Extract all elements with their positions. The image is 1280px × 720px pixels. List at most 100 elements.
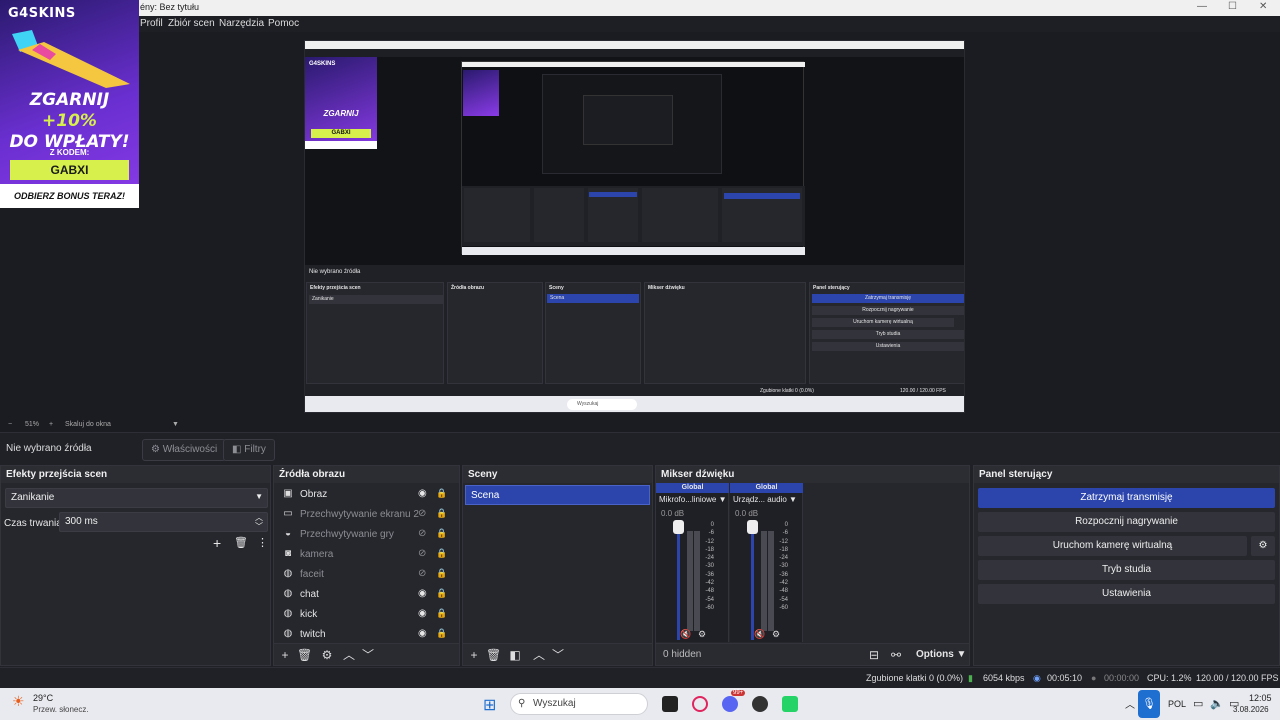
source-item[interactable]: ◍ faceit ⊘ 🔒 (278, 565, 450, 585)
taskview-icon[interactable] (662, 696, 678, 712)
eye-icon[interactable]: ◉ (418, 608, 427, 619)
studio-mode-button[interactable]: Tryb studia (978, 560, 1275, 580)
zoom-out-button[interactable]: − (8, 421, 12, 428)
duration-input[interactable]: 300 ms ︿ ﹀ (59, 512, 268, 532)
mute-icon[interactable]: 🔇 (680, 629, 691, 640)
eye-slash-icon[interactable]: ⊘ (418, 548, 426, 559)
weather-temp[interactable]: 29°C (33, 693, 53, 703)
lock-icon[interactable]: 🔒 (436, 608, 447, 619)
move-down-icon[interactable]: ﹀ (551, 648, 565, 662)
lock-icon[interactable]: 🔒 (436, 628, 447, 639)
channel-settings-icon[interactable]: ⚙ (698, 629, 706, 640)
scale-to-window[interactable]: Skaluj do okna (65, 421, 111, 428)
add-transition-icon[interactable]: + (213, 535, 221, 551)
volume-slider-thumb[interactable] (673, 520, 684, 534)
nested-srcbar: Nie wybrano źródła (305, 265, 964, 281)
delete-source-icon[interactable]: 🗑 (297, 648, 312, 662)
spin-arrows-icon[interactable]: ︿ ﹀ (255, 513, 263, 531)
preview-area[interactable]: G4SKINS ZGARNIJ GABXI Nie wybrano źródła… (0, 32, 1280, 418)
channel-name[interactable]: Mikrofo...liniowe ▼ (659, 495, 727, 504)
link-icon[interactable]: ⚯ (889, 648, 903, 662)
add-scene-icon[interactable]: + (467, 648, 481, 662)
volume-track[interactable] (677, 523, 680, 640)
source-item[interactable]: ◍ chat ◉ 🔒 (278, 585, 450, 605)
ad-banner[interactable]: G4SKINS ZGARNIJ +10% DO WPŁATY! Z KODEM:… (0, 0, 139, 208)
channel-settings-icon[interactable]: ⚙ (772, 629, 780, 640)
maximize-button[interactable]: ☐ (1228, 1, 1237, 12)
layout-icon[interactable]: ⊟ (867, 648, 881, 662)
options-button[interactable]: Options ▼ (916, 649, 966, 660)
eye-icon[interactable]: ◉ (418, 628, 427, 639)
nested-ad-promo: ZGARNIJ (323, 109, 359, 118)
eye-slash-icon[interactable]: ⊘ (418, 528, 426, 539)
windows-start-icon[interactable]: ⊞ (483, 695, 496, 715)
menu-profil[interactable]: Profil (140, 18, 163, 29)
language-indicator[interactable]: POL (1168, 699, 1186, 709)
lock-icon[interactable]: 🔒 (436, 548, 447, 559)
volume-slider-thumb[interactable] (747, 520, 758, 534)
stop-stream-button[interactable]: Zatrzymaj transmisję (978, 488, 1275, 508)
scene-filter-icon[interactable]: ◧ (508, 648, 522, 662)
eye-slash-icon[interactable]: ⊘ (418, 568, 426, 579)
zoom-in-button[interactable]: + (49, 421, 53, 428)
image-icon: ▣ (283, 488, 293, 499)
clock-date[interactable]: 3.08.2026 (1233, 705, 1269, 714)
gear-icon[interactable]: ⚙ (1251, 536, 1275, 556)
volume-track[interactable] (751, 523, 754, 640)
discord-icon[interactable] (722, 696, 738, 712)
clock-time[interactable]: 12:05 (1249, 693, 1272, 703)
lock-icon[interactable]: 🔒 (436, 508, 447, 519)
hidden-count[interactable]: 0 hidden (663, 649, 701, 660)
move-up-icon[interactable]: ︿ (532, 648, 546, 662)
channel-name[interactable]: Urządz... audio ▼ (733, 495, 801, 504)
menu-dots-icon[interactable]: ⋮ (257, 536, 268, 549)
chevron-up-icon[interactable]: ︿ (1125, 696, 1135, 711)
add-source-icon[interactable]: + (278, 648, 292, 662)
eye-slash-icon[interactable]: ⊘ (418, 508, 426, 519)
weather-desc[interactable]: Przew. słonecz. (33, 705, 89, 714)
virtual-camera-button[interactable]: Uruchom kamerę wirtualną (978, 536, 1247, 556)
transition-select[interactable]: Zanikanie ▼ (5, 488, 268, 508)
menu-help[interactable]: Pomoc (268, 18, 299, 29)
source-item[interactable]: ◒ Przechwytywanie gry ⊘ 🔒 (278, 525, 450, 545)
dock-mixer-title: Mikser dźwięku (656, 466, 969, 483)
lock-icon[interactable]: 🔒 (436, 528, 447, 539)
source-item[interactable]: ◍ twitch ◉ 🔒 (278, 625, 450, 645)
move-up-icon[interactable]: ︿ (342, 648, 356, 662)
network-icon[interactable]: ▭ (1193, 697, 1203, 710)
eye-icon[interactable]: ◉ (418, 488, 427, 499)
filters-button[interactable]: ◧ Filtry (223, 439, 275, 461)
close-button[interactable]: ✕ (1259, 1, 1267, 12)
taskbar-search[interactable]: ⚲ Wyszukaj (510, 693, 648, 715)
lock-icon[interactable]: 🔒 (436, 568, 447, 579)
nested-transitions-combo: Zanikanie (309, 295, 443, 304)
record-icon: ● (1091, 673, 1097, 683)
obs-icon[interactable] (752, 696, 768, 712)
microphone-icon[interactable]: 🎙 (1138, 690, 1160, 718)
menu-tools[interactable]: Narzędzia (219, 18, 264, 29)
opera-icon[interactable] (692, 696, 708, 712)
menu-scene-collection[interactable]: Zbiór scen (168, 18, 215, 29)
source-item[interactable]: ▣ Obraz ◉ 🔒 (278, 485, 450, 505)
scene-item[interactable]: Scena (465, 485, 650, 505)
source-properties-icon[interactable]: ⚙ (320, 648, 334, 662)
chevron-down-icon[interactable]: ▼ (172, 421, 179, 428)
eye-icon[interactable]: ◉ (418, 588, 427, 599)
ad-cta-button[interactable]: ODBIERZ BONUS TERAZ! (0, 184, 139, 208)
properties-button[interactable]: ⚙ Właściwości (142, 439, 227, 461)
source-item[interactable]: ◍ kick ◉ 🔒 (278, 605, 450, 625)
whatsapp-icon[interactable] (782, 696, 798, 712)
settings-button[interactable]: Ustawienia (978, 584, 1275, 604)
volume-icon[interactable]: 🔈 (1210, 697, 1224, 710)
move-down-icon[interactable]: ﹀ (361, 648, 375, 662)
source-item[interactable]: ◙ kamera ⊘ 🔒 (278, 545, 450, 565)
lock-icon[interactable]: 🔒 (436, 488, 447, 499)
delete-scene-icon[interactable]: 🗑 (486, 648, 501, 662)
delete-transition-icon[interactable]: 🗑 (234, 536, 248, 549)
minimize-button[interactable]: — (1197, 1, 1207, 12)
mute-icon[interactable]: 🔇 (754, 629, 765, 640)
start-record-button[interactable]: Rozpocznij nagrywanie (978, 512, 1275, 532)
lock-icon[interactable]: 🔒 (436, 588, 447, 599)
preview-canvas[interactable]: G4SKINS ZGARNIJ GABXI Nie wybrano źródła… (304, 40, 965, 413)
source-item[interactable]: ▭ Przechwytywanie ekranu 2 ⊘ 🔒 (278, 505, 450, 525)
